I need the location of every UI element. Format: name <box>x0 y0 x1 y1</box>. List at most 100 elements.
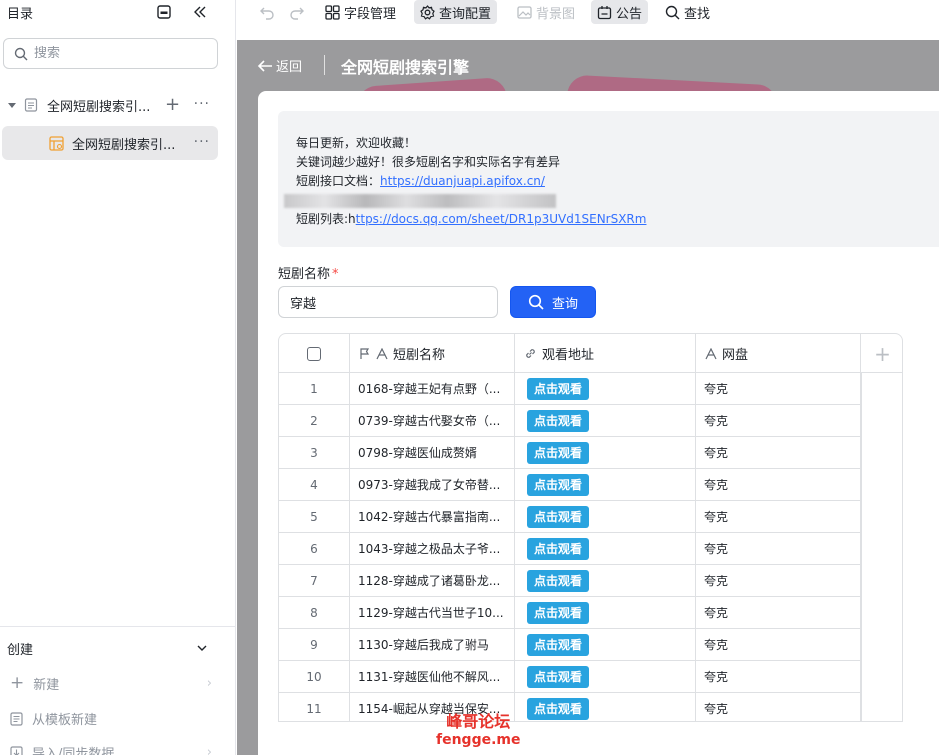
table-row[interactable]: 11 1154-崛起从穿越当保安... 点击观看 夸克 <box>279 693 861 721</box>
watch-button[interactable]: 点击观看 <box>527 601 590 624</box>
more-icon[interactable]: ··· <box>194 134 210 150</box>
sidebar-title: 目录 <box>7 7 34 22</box>
tree-item-label: 全网短剧搜索引... <box>47 99 151 115</box>
back-button[interactable]: 返回 <box>257 56 302 75</box>
collapse-panel-icon[interactable] <box>154 2 174 22</box>
watch-url-cell: 点击观看 <box>515 373 696 404</box>
divider <box>324 55 325 75</box>
query-button[interactable]: 查询 <box>510 286 596 318</box>
table-row[interactable]: 3 0798-穿越医仙成赘婿 点击观看 夸克 <box>279 437 861 469</box>
drama-name-cell[interactable]: 0798-穿越医仙成赘婿 <box>350 437 515 468</box>
drama-name-cell[interactable]: 1130-穿越后我成了驸马 <box>350 629 515 660</box>
column-header-name[interactable]: 短剧名称 <box>350 334 515 373</box>
notice-button[interactable]: 公告 <box>591 0 649 24</box>
drama-name-cell[interactable]: 0168-穿越王妃有点野（... <box>350 373 515 404</box>
drama-name-cell[interactable]: 1131-穿越医仙他不解风... <box>350 661 515 692</box>
table-row[interactable]: 2 0739-穿越古代娶女帝（... 点击观看 夸克 <box>279 405 861 437</box>
query-card: 每日更新，欢迎收藏！ 关键词越少越好！很多短剧名字和实际名字有差异 短剧接口文档… <box>258 91 939 755</box>
gear-icon <box>420 4 435 20</box>
row-index: 4 <box>279 469 350 500</box>
table-row[interactable]: 7 1128-穿越成了诸葛卧龙... 点击观看 夸克 <box>279 565 861 597</box>
pan-cell: 夸克 <box>696 437 861 468</box>
watch-button[interactable]: 点击观看 <box>527 505 590 528</box>
watermark-url: fengge.me <box>436 732 521 748</box>
flag-icon <box>360 347 370 359</box>
watch-url-cell: 点击观看 <box>515 501 696 532</box>
more-icon[interactable]: ··· <box>194 96 210 112</box>
row-index: 7 <box>279 565 350 596</box>
document-icon <box>24 98 38 112</box>
query-config-label: 查询配置 <box>439 6 492 22</box>
table-row[interactable]: 10 1131-穿越医仙他不解风... 点击观看 夸克 <box>279 661 861 693</box>
redo-button[interactable] <box>283 0 315 24</box>
table-row[interactable]: 4 0973-穿越我成了女帝替... 点击观看 夸克 <box>279 469 861 501</box>
add-column-icon[interactable]: + <box>861 334 902 373</box>
tree-item-table[interactable]: 全网短剧搜索引... ··· <box>2 126 218 160</box>
drama-name-cell[interactable]: 1128-穿越成了诸葛卧龙... <box>350 565 515 596</box>
watch-button[interactable]: 点击观看 <box>527 697 590 720</box>
watch-button[interactable]: 点击观看 <box>527 441 590 464</box>
table-row[interactable]: 1 0168-穿越王妃有点野（... 点击观看 夸克 <box>279 373 861 405</box>
chevron-right-icon: › <box>206 675 212 691</box>
drama-name-cell[interactable]: 0973-穿越我成了女帝替... <box>350 469 515 500</box>
caret-down-icon[interactable] <box>7 100 17 110</box>
find-button[interactable]: 查找 <box>659 0 716 24</box>
pan-cell: 夸克 <box>696 597 861 628</box>
table-row[interactable]: 5 1042-穿越古代暴富指南... 点击观看 夸克 <box>279 501 861 533</box>
watch-button[interactable]: 点击观看 <box>527 633 590 656</box>
background-image-label: 背景图 <box>536 6 576 22</box>
text-field-icon <box>705 347 717 359</box>
table-view-icon <box>49 135 64 151</box>
watch-url-cell: 点击观看 <box>515 469 696 500</box>
create-from-template-label: 从模板新建 <box>32 713 98 728</box>
tree-item-base[interactable]: 全网短剧搜索引... + ··· <box>2 88 218 122</box>
undo-button[interactable] <box>253 0 285 24</box>
sidebar-search[interactable] <box>3 38 218 69</box>
watch-button[interactable]: 点击观看 <box>527 537 590 560</box>
table-row[interactable]: 9 1130-穿越后我成了驸马 点击观看 夸克 <box>279 629 861 661</box>
drama-name-cell[interactable]: 0739-穿越古代娶女帝（... <box>350 405 515 436</box>
watch-button[interactable]: 点击观看 <box>527 473 590 496</box>
watch-url-cell: 点击观看 <box>515 405 696 436</box>
double-chevron-left-icon[interactable] <box>190 2 210 22</box>
table-row[interactable]: 8 1129-穿越古代当世子10... 点击观看 夸克 <box>279 597 861 629</box>
drama-list-link[interactable]: ttps://docs.qq.com/sheet/DR1p3UVd1SENrSX… <box>356 212 647 226</box>
back-label: 返回 <box>276 60 303 75</box>
result-table: 短剧名称 观看地址 网盘 + 1 0168-穿越王妃有点野（... 点击观看 夸克 2 0… <box>278 333 903 722</box>
background-image-button[interactable]: 背景图 <box>511 0 581 24</box>
column-header-label: 观看地址 <box>542 348 595 363</box>
watch-button[interactable]: 点击观看 <box>527 409 590 432</box>
query-config-button[interactable]: 查询配置 <box>414 0 498 24</box>
sidebar-header: 目录 <box>0 0 236 24</box>
column-header-label: 短剧名称 <box>393 348 446 363</box>
chevron-down-icon[interactable] <box>196 642 208 654</box>
create-from-template[interactable]: 从模板新建 <box>10 709 210 728</box>
content-area: 返回 全网短剧搜索引擎 每日更新，欢迎收藏！ 关键词越少越好！很多短剧名字和实际… <box>237 40 939 755</box>
drama-name-cell[interactable]: 1042-穿越古代暴富指南... <box>350 501 515 532</box>
table-row[interactable]: 6 1043-穿越之极品太子爷... 点击观看 夸克 <box>279 533 861 565</box>
watch-url-cell: 点击观看 <box>515 597 696 628</box>
watch-button[interactable]: 点击观看 <box>527 377 590 400</box>
drama-name-cell[interactable]: 1129-穿越古代当世子10... <box>350 597 515 628</box>
field-manage-button[interactable]: 字段管理 <box>319 0 402 24</box>
watch-button[interactable]: 点击观看 <box>527 665 590 688</box>
add-icon[interactable]: + <box>165 94 180 115</box>
notice-label: 短剧接口文档： <box>296 174 381 188</box>
pan-name: 夸克 <box>704 478 729 492</box>
api-doc-link[interactable]: https://duanjuapi.apifox.cn/ <box>380 174 545 188</box>
toolbar: 字段管理 查询配置 背景图 公告 查找 <box>237 0 939 40</box>
drama-name-cell[interactable]: 1043-穿越之极品太子爷... <box>350 533 515 564</box>
announcement-icon <box>597 5 612 19</box>
select-all-checkbox[interactable] <box>307 346 321 361</box>
import-sync-data[interactable]: 导入/同步数据 › <box>10 743 212 755</box>
create-new-label: 新建 <box>33 677 60 693</box>
drama-name-input[interactable] <box>278 286 498 318</box>
drama-name: 1131-穿越医仙他不解风... <box>358 670 501 684</box>
watermark-title: 峰哥论坛 <box>446 712 511 731</box>
create-new[interactable]: + 新建 › <box>10 673 212 693</box>
search-input[interactable] <box>34 46 204 61</box>
column-header-pan[interactable]: 网盘 <box>696 334 861 373</box>
watch-button[interactable]: 点击观看 <box>527 569 590 592</box>
column-header-url[interactable]: 观看地址 <box>515 334 696 373</box>
notice-line: 每日更新，欢迎收藏！ <box>296 136 417 150</box>
